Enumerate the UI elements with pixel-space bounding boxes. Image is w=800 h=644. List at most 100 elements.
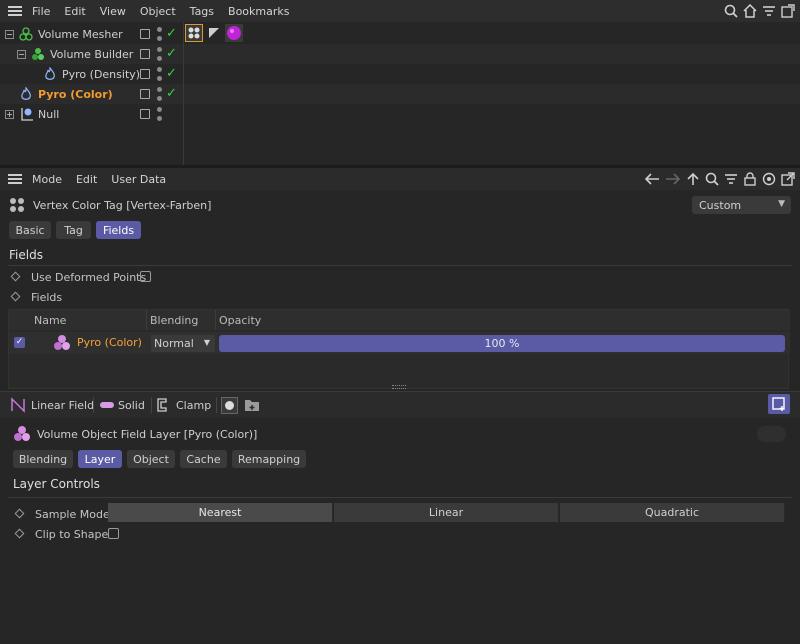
collapse-icon[interactable] bbox=[5, 30, 14, 39]
up-arrow-icon[interactable] bbox=[686, 172, 700, 186]
enabled-check-icon[interactable]: ✓ bbox=[166, 26, 177, 41]
menu-bookmarks[interactable]: Bookmarks bbox=[228, 5, 289, 18]
enabled-check-icon[interactable]: ✓ bbox=[166, 66, 177, 81]
field-list: Name Blending Opacity ✓ Pyro (Color) Nor… bbox=[8, 309, 790, 389]
search-icon[interactable] bbox=[705, 172, 719, 186]
divider bbox=[8, 265, 792, 266]
tab-fields[interactable]: Fields bbox=[96, 221, 141, 239]
object-manager: Volume Mesher Volume Builder Pyro (Densi… bbox=[0, 22, 800, 165]
column-blending[interactable]: Blending bbox=[150, 314, 198, 327]
visibility-dots[interactable] bbox=[157, 107, 162, 121]
back-arrow-icon[interactable] bbox=[644, 172, 660, 186]
menu-file[interactable]: File bbox=[32, 5, 50, 18]
sample-mode-linear[interactable]: Linear bbox=[334, 503, 559, 522]
solid-button[interactable]: Solid bbox=[99, 396, 145, 414]
solid-label: Solid bbox=[118, 398, 145, 412]
menu-tags[interactable]: Tags bbox=[190, 5, 214, 18]
pyro-icon bbox=[21, 87, 31, 100]
attribute-manager-menubar: Mode Edit User Data bbox=[0, 168, 800, 190]
menu-object[interactable]: Object bbox=[140, 5, 176, 18]
clip-to-shape-checkbox[interactable] bbox=[108, 528, 119, 539]
clamp-button[interactable]: Clamp bbox=[157, 396, 211, 414]
visibility-dots[interactable] bbox=[157, 47, 162, 61]
field-list-header: Name Blending Opacity bbox=[9, 310, 790, 330]
edit-icon[interactable] bbox=[140, 109, 150, 119]
column-divider bbox=[183, 22, 184, 165]
lock-icon[interactable] bbox=[743, 172, 757, 186]
edit-icon[interactable] bbox=[140, 69, 150, 79]
column-name[interactable]: Name bbox=[34, 314, 66, 327]
tab-basic[interactable]: Basic bbox=[9, 221, 51, 239]
record-button[interactable] bbox=[221, 397, 238, 414]
preset-dropdown[interactable]: Custom ▼ bbox=[692, 196, 791, 214]
object-name: Null bbox=[38, 108, 60, 121]
section-title: Fields bbox=[9, 248, 43, 262]
material-tag-icon[interactable] bbox=[225, 24, 243, 42]
forward-arrow-icon[interactable] bbox=[665, 172, 681, 186]
section-title: Layer Controls bbox=[13, 477, 100, 491]
visibility-dots[interactable] bbox=[157, 87, 162, 101]
keyframe-diamond-icon[interactable] bbox=[14, 508, 25, 519]
collapse-icon[interactable] bbox=[17, 50, 26, 59]
preset-value: Custom bbox=[699, 198, 742, 212]
menu-view[interactable]: View bbox=[100, 5, 126, 18]
edit-icon[interactable] bbox=[140, 89, 150, 99]
resize-handle[interactable] bbox=[392, 385, 406, 389]
edit-icon[interactable] bbox=[140, 49, 150, 59]
linear-field-button[interactable]: Linear Field bbox=[10, 396, 94, 414]
filter-icon[interactable] bbox=[724, 172, 738, 186]
menu-edit[interactable]: Edit bbox=[64, 5, 85, 18]
expand-icon[interactable] bbox=[5, 110, 14, 119]
hamburger-menu-icon[interactable] bbox=[8, 6, 22, 16]
object-row[interactable]: Pyro (Density) bbox=[0, 64, 800, 84]
enabled-check-icon[interactable]: ✓ bbox=[166, 86, 177, 101]
keyframe-diamond-icon[interactable] bbox=[10, 271, 21, 282]
field-name: Pyro (Color) bbox=[77, 336, 142, 349]
object-name: Volume Mesher bbox=[38, 28, 123, 41]
object-row-selected[interactable]: Pyro (Color) bbox=[0, 84, 800, 104]
tab-cache[interactable]: Cache bbox=[180, 450, 227, 468]
hamburger-menu-icon[interactable] bbox=[8, 174, 22, 184]
volume-object-field-icon bbox=[54, 335, 70, 350]
new-window-icon[interactable] bbox=[781, 172, 795, 186]
keyframe-diamond-icon[interactable] bbox=[14, 528, 25, 539]
home-icon[interactable] bbox=[743, 4, 757, 18]
visibility-dots[interactable] bbox=[157, 67, 162, 81]
blending-dropdown[interactable]: Normal ▼ bbox=[151, 335, 215, 352]
filter-icon[interactable] bbox=[762, 4, 776, 18]
tab-object[interactable]: Object bbox=[127, 450, 175, 468]
phong-tag-icon[interactable] bbox=[207, 26, 221, 40]
tab-layer[interactable]: Layer bbox=[78, 450, 122, 468]
field-toolbar: Linear Field Solid Clamp bbox=[0, 391, 800, 418]
blending-value: Normal bbox=[154, 337, 194, 350]
search-icon[interactable] bbox=[724, 4, 738, 18]
use-deformed-points-checkbox[interactable] bbox=[140, 271, 151, 282]
visibility-dots[interactable] bbox=[157, 27, 162, 41]
field-row[interactable]: ✓ Pyro (Color) Normal ▼ 100 % bbox=[9, 332, 790, 354]
column-opacity[interactable]: Opacity bbox=[219, 314, 261, 327]
tab-blending[interactable]: Blending bbox=[13, 450, 73, 468]
field-layer-button[interactable] bbox=[768, 394, 790, 414]
expand-icon[interactable] bbox=[781, 4, 795, 18]
tab-tag[interactable]: Tag bbox=[56, 221, 91, 239]
add-folder-icon[interactable] bbox=[244, 398, 260, 412]
toggle-switch[interactable] bbox=[757, 426, 786, 442]
edit-icon[interactable] bbox=[140, 29, 150, 39]
target-icon[interactable] bbox=[762, 172, 776, 186]
sample-mode-quadratic[interactable]: Quadratic bbox=[560, 503, 785, 522]
sample-mode-nearest[interactable]: Nearest bbox=[108, 503, 333, 522]
object-row[interactable]: Volume Mesher bbox=[0, 24, 800, 44]
tab-remapping[interactable]: Remapping bbox=[232, 450, 306, 468]
enabled-check-icon[interactable]: ✓ bbox=[166, 46, 177, 61]
separator bbox=[93, 397, 94, 413]
vertex-color-tag-icon[interactable] bbox=[185, 24, 203, 42]
menu-user-data[interactable]: User Data bbox=[111, 173, 166, 186]
menu-edit[interactable]: Edit bbox=[76, 173, 97, 186]
object-row[interactable]: Volume Builder bbox=[0, 44, 800, 64]
opacity-slider[interactable]: 100 % bbox=[219, 335, 785, 352]
object-row[interactable]: Null bbox=[0, 104, 800, 124]
menu-mode[interactable]: Mode bbox=[32, 173, 62, 186]
field-enabled-checkbox[interactable]: ✓ bbox=[14, 337, 25, 348]
keyframe-diamond-icon[interactable] bbox=[10, 291, 21, 302]
volume-object-field-icon bbox=[14, 426, 30, 441]
